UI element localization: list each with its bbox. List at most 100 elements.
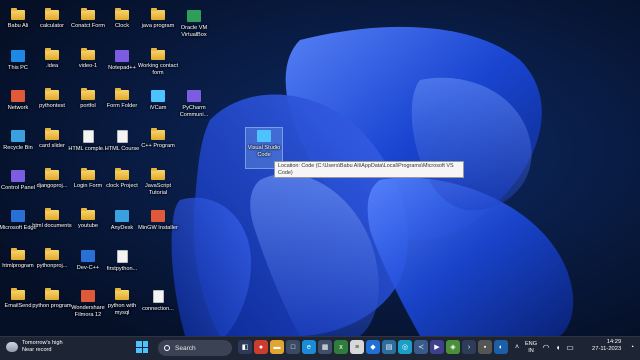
desktop-icon[interactable]: portfol <box>70 88 106 128</box>
desktop-icon[interactable]: pythontest <box>34 88 70 128</box>
weather-widget[interactable]: Tomorrow's high Near record <box>6 340 63 354</box>
file-icon <box>116 250 128 263</box>
folder-icon <box>151 168 165 180</box>
clock[interactable]: 14:29 27-11-2023 <box>592 339 621 353</box>
desktop-icon[interactable]: Conatct Form <box>70 8 106 48</box>
search-icon <box>164 345 170 351</box>
app-icon <box>81 250 95 262</box>
folder-icon <box>151 8 165 20</box>
desktop-icon[interactable]: clock Project <box>104 168 140 208</box>
desktop-icon[interactable]: Form Folder <box>104 88 140 128</box>
desktop-icon[interactable]: java program <box>140 8 176 48</box>
desktop-icon[interactable]: MinGW Installer <box>138 208 178 248</box>
taskbar-app-files-icon[interactable]: ▤ <box>382 340 396 354</box>
desktop-icon[interactable]: JavaScript Tutorial <box>140 168 176 208</box>
taskbar-search-box[interactable]: Search <box>158 340 232 356</box>
desktop-icon[interactable]: HTML comple... <box>68 128 108 168</box>
desktop-icon-label: python program <box>32 303 72 309</box>
desktop-icon[interactable]: HTML Course <box>104 128 140 168</box>
windows-logo-icon <box>136 341 142 347</box>
taskbar-app-explorer-icon[interactable]: ▬ <box>270 340 284 354</box>
wifi-icon[interactable]: ◠ <box>540 343 552 352</box>
desktop-icon-label: pythonproj... <box>36 263 68 269</box>
desktop-icon[interactable]: python with mysql <box>104 288 140 328</box>
desktop-icon[interactable]: iVCam <box>140 88 176 128</box>
desktop-icon[interactable]: Dev-C++ <box>70 248 106 288</box>
folder-icon <box>115 288 129 300</box>
taskbar-app-task-view[interactable]: ◧ <box>238 340 252 354</box>
taskbar-app-terminal-icon[interactable]: › <box>462 340 476 354</box>
desktop-icon-label: MinGW Installer <box>138 225 178 231</box>
system-tray: ENG IN ◠ ◖ ▭ <box>522 338 576 358</box>
desktop-icon[interactable]: Notepad++ <box>104 48 140 88</box>
desktop-icon-label: calculator <box>40 23 64 29</box>
desktop-icon[interactable]: Working contact form <box>138 48 178 88</box>
folder-icon <box>11 8 25 20</box>
taskbar-app-excel-icon[interactable]: x <box>334 340 348 354</box>
desktop-icon-label: Form Folder <box>106 103 138 109</box>
app-icon <box>11 130 25 142</box>
desktop-icon[interactable]: Recycle Bin <box>0 128 36 168</box>
taskbar-app-chrome-icon[interactable]: ◎ <box>398 340 412 354</box>
desktop-icon-label: connection... <box>142 306 174 312</box>
app-icon <box>257 130 271 142</box>
cloud-icon <box>6 341 18 352</box>
desktop-icon[interactable]: connection... <box>140 288 176 328</box>
desktop-icon[interactable]: firstpython... <box>104 248 140 288</box>
notification-bell-icon[interactable]: ◔ <box>625 340 639 354</box>
desktop-icon[interactable]: Wondershare Filmora 12 <box>70 288 106 328</box>
language-indicator[interactable]: ENG IN <box>522 341 540 355</box>
desktop-icon[interactable]: Microsoft Edge <box>0 208 37 248</box>
vscode-location-tooltip: Location: Code (C:\Users\Babu Ali\AppDat… <box>274 161 464 178</box>
desktop-icon[interactable]: djangoproj... <box>34 168 70 208</box>
desktop-icon-label: AnyDesk <box>110 225 134 231</box>
taskbar-app-media-icon[interactable]: ● <box>254 340 268 354</box>
app-icon <box>151 210 165 222</box>
desktop-icon[interactable]: AnyDesk <box>104 208 140 248</box>
desktop-icon[interactable]: card slider <box>34 128 70 168</box>
folder-icon <box>115 8 129 20</box>
app-icon <box>81 290 95 302</box>
desktop-icon[interactable]: Oracle VM VirtualBox <box>176 8 212 48</box>
desktop-icon[interactable]: EmailSend <box>0 288 36 328</box>
desktop-icon[interactable]: C++ Program <box>140 128 176 168</box>
app-icon <box>187 10 201 22</box>
desktop-icon[interactable]: Babu Ali <box>0 8 36 48</box>
clock-time: 14:29 <box>606 339 622 345</box>
taskbar-app-browser-icon[interactable]: ◐ <box>494 340 508 354</box>
folder-icon <box>45 88 59 100</box>
desktop-icon[interactable]: pythonproj... <box>34 248 70 288</box>
taskbar-app-store-icon[interactable]: ▦ <box>318 340 332 354</box>
desktop-icon[interactable]: PyCharm Communi... <box>176 88 212 128</box>
folder-icon <box>115 168 129 180</box>
desktop-icon[interactable]: Network <box>0 88 36 128</box>
desktop-icon-label: C++ Program <box>141 143 175 149</box>
start-button[interactable] <box>136 341 148 353</box>
taskbar-app-edge-icon[interactable]: e <box>302 340 316 354</box>
desktop-icon[interactable]: video-1 <box>70 48 106 88</box>
desktop-icon[interactable]: .idea <box>34 48 70 88</box>
taskbar-app-player-icon[interactable]: ▶ <box>430 340 444 354</box>
taskbar-app-vscode-icon[interactable]: ≺ <box>414 340 428 354</box>
desktop-icon-label: HTML Course <box>104 146 140 152</box>
folder-icon <box>45 288 59 300</box>
desktop-icon[interactable]: youtube <box>70 208 106 248</box>
desktop-icon-label: Notepad++ <box>108 65 136 71</box>
battery-icon[interactable]: ▭ <box>564 343 576 352</box>
taskbar-app-notepad-icon[interactable]: ≡ <box>350 340 364 354</box>
desktop-icon-label: Clock <box>115 23 129 29</box>
desktop-icon[interactable]: This PC <box>0 48 36 88</box>
desktop-icon[interactable]: Control Panel <box>0 168 36 208</box>
desktop-icon[interactable]: Clock <box>104 8 140 48</box>
taskbar-app-extra-icon[interactable]: ▪ <box>478 340 492 354</box>
app-icon <box>115 210 129 222</box>
desktop-icon[interactable]: calculator <box>34 8 70 48</box>
taskbar-app-window-icon[interactable]: □ <box>286 340 300 354</box>
taskbar-app-pycharm-icon[interactable]: ◈ <box>446 340 460 354</box>
desktop-icon[interactable]: Login Form <box>70 168 106 208</box>
volume-icon[interactable]: ◖ <box>552 343 564 352</box>
desktop-icon[interactable]: python program <box>32 288 72 328</box>
desktop-icon[interactable]: html documents <box>32 208 72 248</box>
taskbar-app-dropbox-icon[interactable]: ◆ <box>366 340 380 354</box>
desktop-icon[interactable]: htmlprogram <box>0 248 36 288</box>
